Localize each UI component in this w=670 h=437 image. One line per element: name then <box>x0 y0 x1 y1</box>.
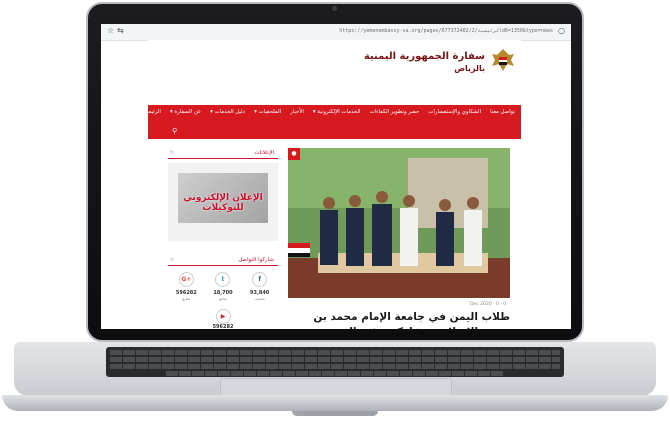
nav-menu: الرئيسية عن السفارة ▾ دليل الخدمات ▾ الملحق… <box>142 109 515 115</box>
laptop-front-edge <box>2 395 668 411</box>
social-heading: شاركوا التواصل < <box>168 255 278 266</box>
website: سفارة الجمهورية اليمنية بالرياض الرئيسية… <box>142 40 521 329</box>
social-heading-label: شاركوا التواصل <box>238 257 274 263</box>
social-counter[interactable]: G+ 596282 متابع <box>171 272 201 301</box>
site-title: سفارة الجمهورية اليمنية <box>363 51 485 62</box>
nav-item[interactable]: دليل الخدمات ▾ <box>210 109 245 115</box>
social-counter[interactable]: f 93,840 معجب <box>245 272 275 301</box>
nav-item[interactable]: الملحقيات ▾ <box>254 109 281 115</box>
nav-item[interactable]: الأخبار <box>290 109 304 115</box>
share-icon[interactable]: ↻ <box>170 150 174 156</box>
translate-icon[interactable]: ⇆ <box>117 26 124 35</box>
social-counters: G+ 596282 متابع t 18,700 متابع f 93,840 معجب <box>168 272 278 301</box>
keyboard <box>106 347 564 377</box>
nav-item[interactable]: الخدمات الإلكترونية ▾ <box>313 109 361 115</box>
ads-heading-label: الإعلانات <box>254 150 274 156</box>
nav-item[interactable]: الرئيسية <box>142 109 161 115</box>
youtube-count: 596282 <box>212 324 234 329</box>
keyboard-row <box>166 371 504 376</box>
social-label: معجب <box>254 296 265 301</box>
search-icon[interactable]: ⚲ <box>172 127 177 135</box>
keyboard-row <box>110 364 560 369</box>
youtube-icon[interactable]: ▶ <box>215 309 231 324</box>
nav-item[interactable]: الشكاوي والإستفسارات <box>428 109 481 115</box>
google-plus-icon[interactable]: G+ <box>178 272 194 287</box>
article-meta: Dec 2020 · 0 · 0 <box>470 302 506 307</box>
social-label: متابع <box>219 296 227 301</box>
eagle-emblem-icon <box>492 49 514 71</box>
main-navbar: الرئيسية عن السفارة ▾ دليل الخدمات ▾ الملحق… <box>142 105 521 139</box>
site-subtitle: بالرياض <box>454 64 485 73</box>
ads-heading: الإعلانات ↻ <box>168 148 278 159</box>
featured-article[interactable]: ● Dec 2020 · 0 · 0 طلاب اليمن في جامعة ا… <box>288 148 510 329</box>
article-headline[interactable]: طلاب اليمن في جامعة الإمام محمد بن سعود … <box>288 310 510 329</box>
address-bar[interactable]: ☆ ⇆ https://yemenembassy-sa.org/pages/67… <box>101 24 571 41</box>
camera-icon <box>332 6 337 11</box>
sidebar: الإعلانات ↻ الإعلان الإلكتروني للتوكيلات… <box>168 148 278 329</box>
star-icon[interactable]: ☆ <box>107 26 114 35</box>
social-counter[interactable]: t 18,700 متابع <box>208 272 238 301</box>
share-icon[interactable]: < <box>170 257 174 263</box>
shield-icon[interactable]: ○ <box>558 26 565 35</box>
nav-item[interactable]: حصر وتطوير الكفاءات <box>370 109 420 115</box>
nav-item[interactable]: عن السفارة ▾ <box>170 109 201 115</box>
article-photo[interactable]: ● <box>288 148 510 298</box>
facebook-icon[interactable]: f <box>252 272 268 287</box>
keyboard-row <box>110 350 560 355</box>
laptop-notch <box>292 411 378 416</box>
browser-screen: ☆ ⇆ https://yemenembassy-sa.org/pages/67… <box>101 24 571 329</box>
article-photo-image <box>288 148 510 298</box>
site-logo[interactable]: سفارة الجمهورية اليمنية بالرياض <box>361 44 521 76</box>
ad-text: الإعلان الإلكتروني للتوكيلات <box>183 193 263 213</box>
twitter-icon[interactable]: t <box>215 272 231 287</box>
url-text[interactable]: https://yemenembassy-sa.org/pages/677372… <box>339 28 553 34</box>
social-label: متابع <box>182 296 191 301</box>
keyboard-row <box>110 357 560 362</box>
featured-badge-icon: ● <box>288 148 300 160</box>
nav-item[interactable]: تواصل معنا <box>490 109 515 115</box>
ad-banner[interactable]: الإعلان الإلكتروني للتوكيلات <box>168 163 278 241</box>
